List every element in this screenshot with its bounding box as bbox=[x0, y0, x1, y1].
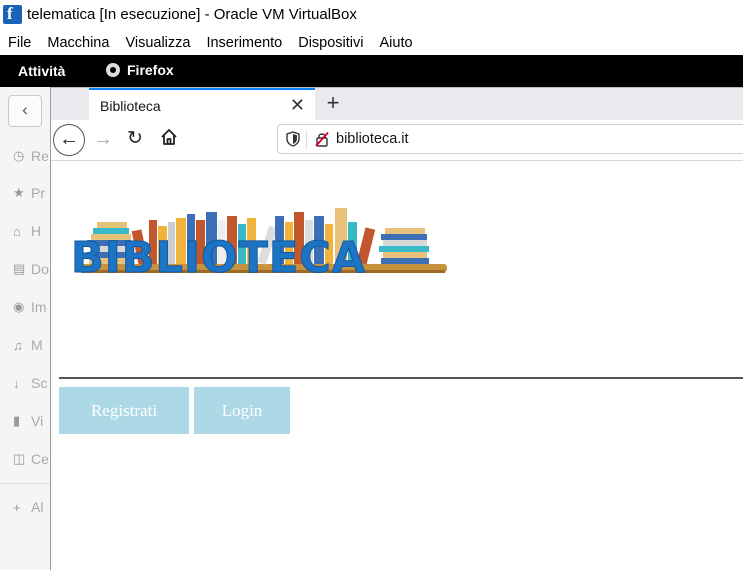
camera-icon: ◉ bbox=[13, 299, 25, 314]
reload-icon[interactable]: ↻ bbox=[127, 127, 143, 150]
firefox-icon bbox=[106, 63, 120, 77]
page-content: BIBLIOTECA Registrati Login bbox=[51, 161, 743, 570]
url-bar[interactable]: biblioteca.it bbox=[277, 124, 743, 154]
gnome-top-bar: Attività Firefox bbox=[0, 55, 743, 87]
app-menu-label: Firefox bbox=[127, 62, 174, 78]
document-icon: ▤ bbox=[13, 261, 26, 276]
menu-help[interactable]: Aiuto bbox=[372, 30, 421, 55]
tab-strip: Biblioteca ✕ + bbox=[51, 87, 743, 121]
clock-icon: ◷ bbox=[13, 148, 25, 163]
trash-icon: ◫ bbox=[13, 451, 26, 466]
url-separator bbox=[306, 131, 307, 149]
url-text: biblioteca.it bbox=[336, 131, 409, 147]
close-icon[interactable]: ✕ bbox=[290, 95, 305, 116]
star-icon: ★ bbox=[13, 185, 25, 200]
logo-text: BIBLIOTECA bbox=[70, 233, 367, 284]
new-tab-button[interactable]: + bbox=[321, 90, 345, 116]
home-icon: ⌂ bbox=[13, 223, 21, 239]
back-icon[interactable]: ‹ bbox=[8, 95, 42, 127]
header-divider bbox=[59, 377, 743, 379]
back-arrow-icon[interactable]: ← bbox=[53, 124, 85, 156]
activities-button[interactable]: Attività bbox=[18, 63, 65, 79]
menu-view[interactable]: Visualizza bbox=[117, 30, 198, 55]
navigation-toolbar: ← → ↻ biblioteca.it bbox=[51, 120, 743, 161]
tab-title: Biblioteca bbox=[100, 98, 161, 114]
menu-machine[interactable]: Macchina bbox=[39, 30, 117, 55]
shield-icon[interactable] bbox=[286, 131, 300, 147]
insecure-lock-icon[interactable] bbox=[314, 131, 330, 147]
forward-arrow-icon[interactable]: → bbox=[93, 128, 113, 151]
menu-devices[interactable]: Dispositivi bbox=[290, 30, 371, 55]
virtualbox-icon: f bbox=[3, 4, 22, 24]
login-button[interactable]: Login bbox=[194, 387, 290, 434]
download-icon: ↓ bbox=[13, 375, 20, 391]
plus-icon: + bbox=[13, 499, 21, 515]
tab-biblioteca[interactable]: Biblioteca ✕ bbox=[89, 88, 315, 121]
menu-file[interactable]: File bbox=[0, 30, 39, 55]
vbox-menu-bar: File Macchina Visualizza Inserimento Dis… bbox=[0, 30, 743, 55]
register-button[interactable]: Registrati bbox=[59, 387, 189, 434]
music-icon: ♫ bbox=[13, 337, 23, 353]
vbox-window-title: telematica [In esecuzione] - Oracle VM V… bbox=[27, 6, 357, 23]
firefox-window: Biblioteca ✕ + ← → ↻ biblioteca.it BIBLI… bbox=[50, 87, 743, 570]
home-icon[interactable] bbox=[159, 127, 179, 147]
vbox-title-bar: f telematica [In esecuzione] - Oracle VM… bbox=[0, 0, 743, 30]
app-menu-button[interactable]: Firefox bbox=[106, 62, 174, 78]
menu-input[interactable]: Inserimento bbox=[198, 30, 290, 55]
video-icon: ▮ bbox=[13, 413, 21, 428]
